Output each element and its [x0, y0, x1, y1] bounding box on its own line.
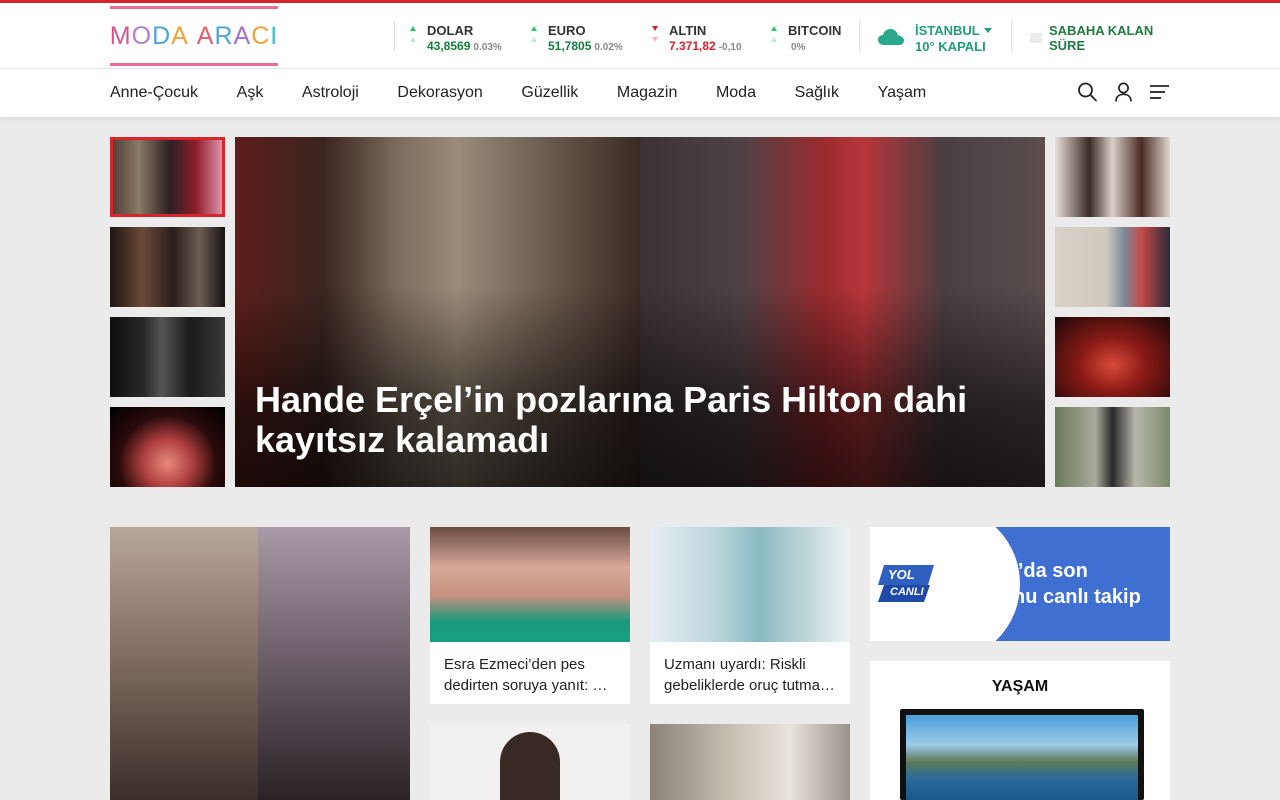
news-card[interactable] — [430, 724, 630, 800]
nav-item-astroloji[interactable]: Astroloji — [302, 84, 359, 102]
user-icon[interactable] — [1113, 81, 1134, 103]
news-card-title[interactable]: Uzmanı uyardı: Riskli gebeliklerde oruç … — [664, 654, 836, 696]
logo-letter: A — [233, 21, 252, 50]
tv-frame[interactable] — [900, 709, 1144, 800]
trend-up-icon — [410, 26, 418, 48]
placeholder-icon — [1030, 33, 1042, 43]
logo-letter: C — [251, 21, 271, 50]
nav-item-ask[interactable]: Aşk — [237, 84, 264, 102]
slider-thumb[interactable] — [110, 227, 225, 307]
slider-thumb[interactable] — [1055, 407, 1170, 487]
featured-image-left — [110, 527, 258, 800]
featured-card[interactable] — [110, 527, 410, 800]
news-card-image — [650, 527, 850, 642]
logo-letter: R — [214, 21, 234, 50]
news-card-image — [500, 732, 560, 800]
logo-letter: A — [196, 21, 215, 50]
news-card[interactable]: Esra Ezmeci’den pes dedirten soruya yanı… — [430, 527, 630, 704]
market-value: 0% — [791, 42, 806, 53]
traffic-banner[interactable]: YOL CANLI Yollar’da son durumu canlı tak… — [870, 527, 1170, 641]
slider-thumb[interactable] — [1055, 227, 1170, 307]
slider-thumb[interactable] — [1055, 137, 1170, 217]
trend-down-icon — [652, 26, 660, 48]
weather-city: İSTANBUL — [915, 23, 992, 38]
divider — [859, 21, 860, 51]
chevron-down-icon — [983, 28, 992, 33]
market-value: 7.371,82 -0,10 — [669, 39, 742, 53]
news-card[interactable] — [650, 724, 850, 800]
slider-thumb[interactable] — [1055, 317, 1170, 397]
slider-thumb[interactable] — [110, 137, 225, 217]
market-name: DOLAR — [427, 23, 474, 38]
hero-headline[interactable]: Hande Erçel’in pozlarına Paris Hilton da… — [255, 380, 995, 460]
news-card[interactable]: Uzmanı uyardı: Riskli gebeliklerde oruç … — [650, 527, 850, 704]
market-name: EURO — [548, 23, 586, 38]
header: MODA ARACI DOLAR 43,8569 0.03% EURO 51,78… — [0, 3, 1280, 68]
nav-item-magazin[interactable]: Magazin — [617, 84, 677, 102]
divider — [394, 21, 395, 51]
slider-thumb[interactable] — [110, 317, 225, 397]
slider-main-story[interactable]: Hande Erçel’in pozlarına Paris Hilton da… — [235, 137, 1045, 487]
logo-letter — [189, 22, 197, 51]
section-title: YAŞAM — [991, 678, 1049, 695]
nav-item-saglik[interactable]: Sağlık — [795, 84, 839, 102]
news-card-image — [650, 724, 850, 800]
logo-letter: O — [131, 21, 153, 50]
traffic-badge-top: YOL — [888, 567, 915, 582]
cloud-icon — [878, 29, 904, 45]
traffic-badge-bottom: CANLI — [890, 586, 924, 598]
logo-letter: A — [171, 21, 189, 50]
trend-up-icon — [531, 26, 539, 48]
logo-letter: I — [270, 21, 279, 50]
news-card-image — [430, 527, 630, 642]
nav-item-dekorasyon[interactable]: Dekorasyon — [397, 84, 482, 102]
nav-item-moda[interactable]: Moda — [716, 84, 756, 102]
news-card-title[interactable]: Esra Ezmeci’den pes dedirten soruya yanı… — [444, 654, 616, 696]
traffic-banner-text: Yollar’da son durumu canlı takip et! — [963, 560, 1141, 634]
divider — [1011, 21, 1012, 51]
market-name: ALTIN — [669, 23, 707, 38]
trend-up-icon — [771, 26, 779, 48]
nav-item-guzellik[interactable]: Güzellik — [521, 84, 578, 102]
weather-temp: 10° KAPALI — [915, 39, 986, 54]
nav-item-yasam[interactable]: Yaşam — [878, 84, 927, 102]
logo-letter: D — [152, 21, 172, 50]
search-icon[interactable] — [1077, 81, 1098, 103]
nav-item-anne-cocuk[interactable]: Anne-Çocuk — [110, 84, 198, 102]
slider-thumb[interactable] — [110, 407, 225, 487]
tv-image — [906, 715, 1138, 800]
market-value: 43,8569 0.03% — [427, 39, 502, 53]
logo-letter: M — [109, 21, 132, 50]
main-nav: Anne-Çocuk Aşk Astroloji Dekorasyon Güze… — [0, 68, 1280, 117]
site-logo[interactable]: MODA ARACI — [110, 6, 278, 66]
yasam-widget: YAŞAM — [870, 661, 1170, 800]
market-name: BITCOIN — [788, 23, 842, 38]
prayer-label: SABAHA KALAN SÜRE — [1049, 23, 1154, 53]
menu-icon[interactable] — [1149, 81, 1170, 103]
featured-image-right — [258, 527, 410, 800]
market-value: 51,7805 0.02% — [548, 39, 623, 53]
